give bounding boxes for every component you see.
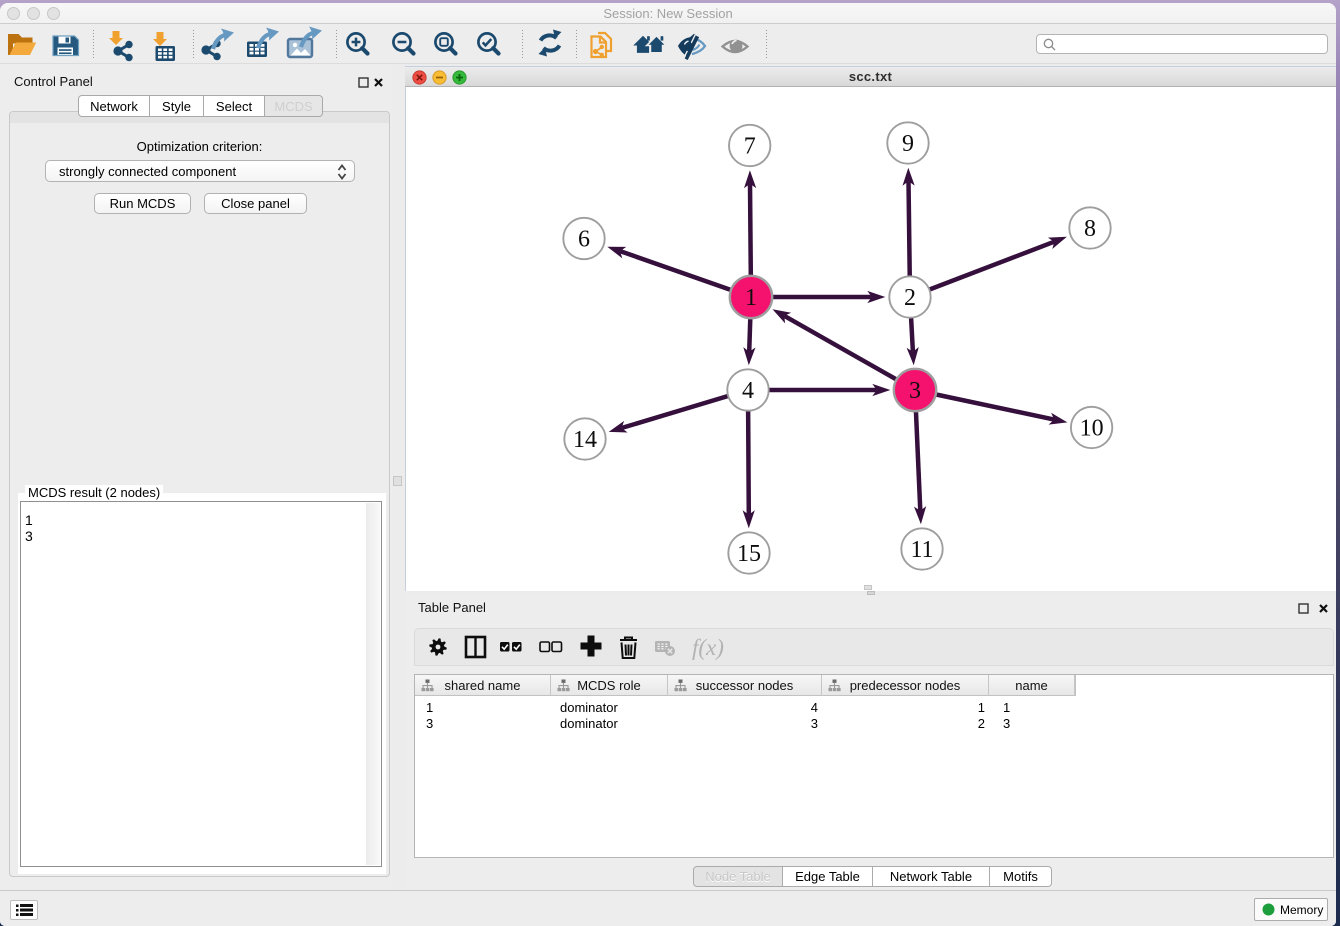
svg-text:6: 6	[578, 226, 590, 252]
svg-text:14: 14	[573, 427, 597, 453]
svg-text:1: 1	[745, 285, 757, 311]
svg-text:4: 4	[742, 378, 754, 404]
svg-text:11: 11	[910, 537, 933, 563]
svg-text:9: 9	[902, 131, 914, 157]
svg-text:15: 15	[737, 541, 761, 567]
svg-text:8: 8	[1084, 216, 1096, 242]
svg-text:10: 10	[1080, 415, 1104, 441]
svg-text:2: 2	[904, 285, 916, 311]
svg-text:3: 3	[909, 378, 921, 404]
svg-text:7: 7	[744, 133, 756, 159]
svg-text:f(x): f(x)	[692, 635, 724, 660]
